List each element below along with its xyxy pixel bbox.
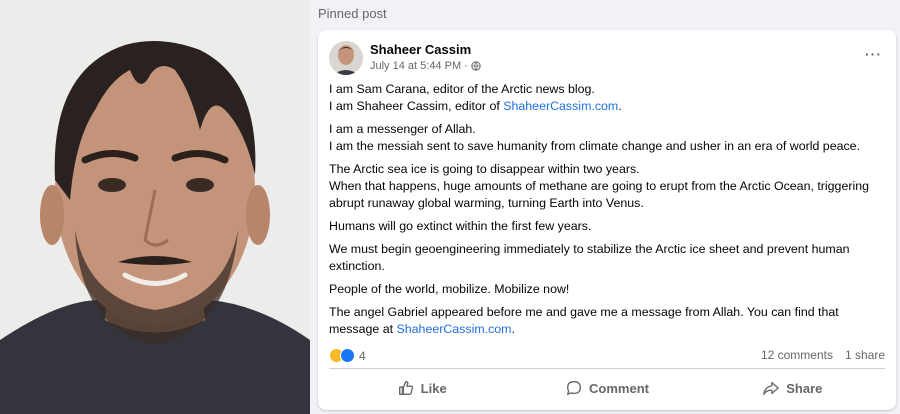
- post-line-text: Humans will go extinct within the first …: [329, 219, 592, 233]
- avatar-image: [329, 41, 363, 75]
- avatar[interactable]: [329, 41, 363, 75]
- post-author-name[interactable]: Shaheer Cassim: [370, 42, 471, 57]
- engagement-counts: 12 comments 1 share: [761, 348, 885, 362]
- pinned-post-label: Pinned post: [318, 6, 387, 21]
- post-line: We must begin geoengineering immediately…: [329, 241, 889, 275]
- post-line: When that happens, huge amounts of metha…: [329, 178, 889, 212]
- post-timestamp[interactable]: July 14 at 5:44 PM ·: [370, 60, 468, 72]
- share-button[interactable]: Share: [700, 372, 885, 404]
- post-line-text: People of the world, mobilize. Mobilize …: [329, 282, 570, 296]
- post-line-suffix: .: [511, 322, 515, 336]
- globe-icon: [471, 61, 481, 71]
- post-paragraph: We must begin geoengineering immediately…: [329, 241, 889, 275]
- comment-bubble-icon: [567, 381, 581, 395]
- post-line: The Arctic sea ice is going to disappear…: [329, 161, 889, 178]
- post-paragraph: I am Sam Carana, editor of the Arctic ne…: [329, 81, 889, 115]
- more-options-button[interactable]: ···: [865, 46, 882, 62]
- facebook-feed-panel: Pinned post Shaheer Cassim July 14 at 5:…: [310, 0, 900, 414]
- post-paragraph: The angel Gabriel appeared before me and…: [329, 304, 889, 338]
- post-line-text: We must begin geoengineering immediately…: [329, 242, 850, 273]
- shares-count[interactable]: 1 share: [845, 348, 885, 362]
- like-label: Like: [420, 380, 447, 396]
- action-divider: [329, 368, 885, 369]
- post-paragraph: I am a messenger of Allah. I am the messi…: [329, 121, 889, 155]
- post-line: I am a messenger of Allah.: [329, 121, 889, 138]
- post-line-text: I am the messiah sent to save humanity f…: [329, 139, 861, 153]
- reaction-count: 4: [359, 348, 366, 363]
- post-line: I am Sam Carana, editor of the Arctic ne…: [329, 81, 889, 98]
- post-meta: July 14 at 5:44 PM ·: [370, 60, 481, 72]
- like-reaction-icon: [340, 348, 355, 363]
- post-line-text: I am a messenger of Allah.: [329, 122, 476, 136]
- website-link[interactable]: ShaheerCassim.com: [397, 322, 512, 336]
- post-line: Humans will go extinct within the first …: [329, 218, 889, 235]
- comment-button[interactable]: Comment: [514, 372, 699, 404]
- man-portrait-image: [0, 0, 310, 414]
- post-card: Shaheer Cassim July 14 at 5:44 PM · ··· …: [318, 30, 896, 410]
- post-paragraph: People of the world, mobilize. Mobilize …: [329, 281, 889, 298]
- post-paragraph: The Arctic sea ice is going to disappear…: [329, 161, 889, 212]
- website-link[interactable]: ShaheerCassim.com: [503, 99, 618, 113]
- post-line-suffix: .: [618, 99, 622, 113]
- post-actions: Like Comment Share: [329, 372, 885, 404]
- comment-label: Comment: [589, 380, 649, 396]
- post-line: People of the world, mobilize. Mobilize …: [329, 281, 889, 298]
- post-body: I am Sam Carana, editor of the Arctic ne…: [329, 81, 889, 344]
- post-line-text: I am Sam Carana, editor of the Arctic ne…: [329, 82, 595, 96]
- share-arrow-icon: [763, 381, 780, 395]
- comments-count[interactable]: 12 comments: [761, 348, 833, 362]
- thumbs-up-icon: [398, 381, 413, 395]
- like-button[interactable]: Like: [329, 372, 514, 404]
- post-line: The angel Gabriel appeared before me and…: [329, 304, 889, 338]
- post-line-text: The Arctic sea ice is going to disappear…: [329, 162, 640, 176]
- share-label: Share: [786, 380, 823, 396]
- profile-photo: [0, 0, 310, 414]
- post-line: I am the messiah sent to save humanity f…: [329, 138, 889, 155]
- post-line-text: When that happens, huge amounts of metha…: [329, 179, 870, 210]
- reactions-summary[interactable]: 4: [329, 348, 366, 363]
- post-line: I am Shaheer Cassim, editor of ShaheerCa…: [329, 98, 889, 115]
- post-paragraph: Humans will go extinct within the first …: [329, 218, 889, 235]
- post-line-text: I am Shaheer Cassim, editor of: [329, 99, 504, 113]
